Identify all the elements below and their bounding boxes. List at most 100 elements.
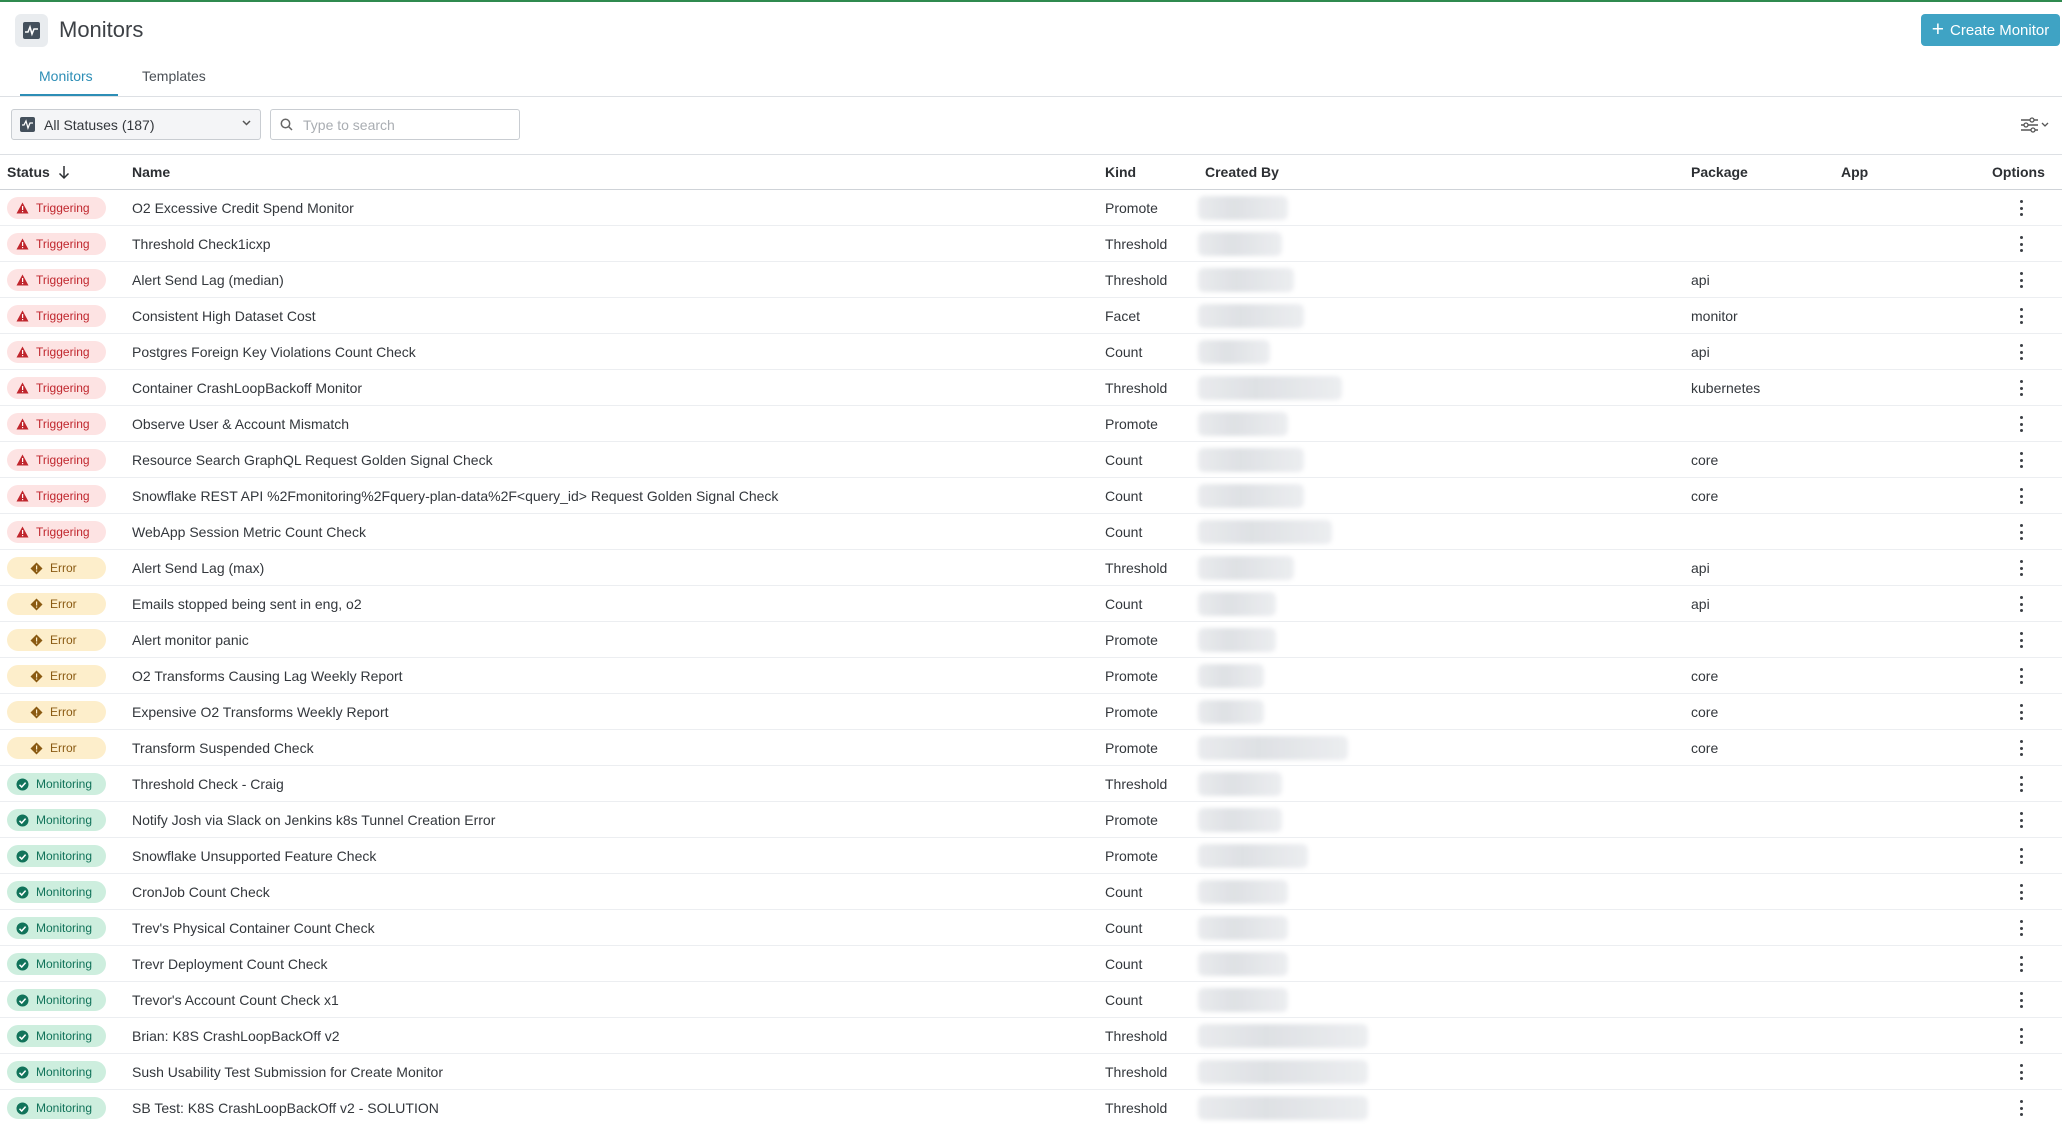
- kebab-menu-icon[interactable]: [2016, 414, 2026, 434]
- monitor-name-link[interactable]: Observe User & Account Mismatch: [132, 416, 349, 432]
- created-by-redacted: [1198, 520, 1332, 544]
- table-row[interactable]: Monitoring Trev's Physical Container Coun…: [0, 910, 2062, 946]
- kebab-menu-icon[interactable]: [2016, 1062, 2026, 1082]
- monitor-name-link[interactable]: Threshold Check - Craig: [132, 776, 284, 792]
- monitor-name-link[interactable]: O2 Excessive Credit Spend Monitor: [132, 200, 354, 216]
- monitor-name-link[interactable]: Snowflake REST API %2Fmonitoring%2Fquery…: [132, 488, 778, 504]
- search-field[interactable]: [270, 109, 520, 140]
- table-row[interactable]: Monitoring Snowflake Unsupported Feature …: [0, 838, 2062, 874]
- kebab-menu-icon[interactable]: [2016, 486, 2026, 506]
- table-row[interactable]: Error Transform Suspended Check Promote cor…: [0, 730, 2062, 766]
- table-row[interactable]: Monitoring SB Test: K8S CrashLoopBackOff …: [0, 1090, 2062, 1124]
- monitor-kind: Count: [1105, 488, 1143, 504]
- monitor-name-link[interactable]: O2 Transforms Causing Lag Weekly Report: [132, 668, 403, 684]
- kebab-menu-icon[interactable]: [2016, 234, 2026, 254]
- kebab-menu-icon[interactable]: [2016, 1026, 2026, 1046]
- kebab-menu-icon[interactable]: [2016, 990, 2026, 1010]
- column-header-created-by[interactable]: Created By: [1205, 164, 1279, 180]
- table-row[interactable]: Error O2 Transforms Causing Lag Weekly Re…: [0, 658, 2062, 694]
- table-row[interactable]: Triggering WebApp Session Metric Count Ch…: [0, 514, 2062, 550]
- monitor-kind: Count: [1105, 992, 1143, 1008]
- table-row[interactable]: Error Alert Send Lag (max) Threshold api: [0, 550, 2062, 586]
- monitor-name-link[interactable]: Alert Send Lag (median): [132, 272, 284, 288]
- monitor-name-link[interactable]: Trevr Deployment Count Check: [132, 956, 328, 972]
- kebab-menu-icon[interactable]: [2016, 378, 2026, 398]
- kebab-menu-icon[interactable]: [2016, 810, 2026, 830]
- create-monitor-button[interactable]: + Create Monitor: [1921, 14, 2060, 46]
- table-row[interactable]: Error Expensive O2 Transforms Weekly Repo…: [0, 694, 2062, 730]
- monitor-name-link[interactable]: Sush Usability Test Submission for Creat…: [132, 1064, 443, 1080]
- table-row[interactable]: Monitoring Trevor's Account Count Check x…: [0, 982, 2062, 1018]
- status-filter-select[interactable]: All Statuses (187): [11, 109, 261, 140]
- sliders-icon[interactable]: [2020, 115, 2052, 135]
- column-header-kind[interactable]: Kind: [1105, 164, 1136, 180]
- kebab-menu-icon[interactable]: [2016, 594, 2026, 614]
- kebab-menu-icon[interactable]: [2016, 666, 2026, 686]
- table-row[interactable]: Monitoring Trevr Deployment Count Check Co…: [0, 946, 2062, 982]
- monitor-name-link[interactable]: Trevor's Account Count Check x1: [132, 992, 339, 1008]
- monitor-name-link[interactable]: Expensive O2 Transforms Weekly Report: [132, 704, 389, 720]
- kebab-menu-icon[interactable]: [2016, 774, 2026, 794]
- kebab-menu-icon[interactable]: [2016, 882, 2026, 902]
- table-row[interactable]: Error Emails stopped being sent in eng, o…: [0, 586, 2062, 622]
- monitor-name-link[interactable]: Resource Search GraphQL Request Golden S…: [132, 452, 493, 468]
- status-badge: Monitoring: [7, 845, 106, 867]
- kebab-menu-icon[interactable]: [2016, 558, 2026, 578]
- diamond-alert-icon: [29, 633, 43, 647]
- table-row[interactable]: Triggering Container CrashLoopBackoff Mon…: [0, 370, 2062, 406]
- kebab-menu-icon[interactable]: [2016, 918, 2026, 938]
- table-row[interactable]: Monitoring CronJob Count Check Count: [0, 874, 2062, 910]
- search-input[interactable]: [303, 116, 513, 133]
- kebab-menu-icon[interactable]: [2016, 450, 2026, 470]
- monitor-name-link[interactable]: Emails stopped being sent in eng, o2: [132, 596, 362, 612]
- table-row[interactable]: Triggering Consistent High Dataset Cost Fa…: [0, 298, 2062, 334]
- monitor-name-link[interactable]: WebApp Session Metric Count Check: [132, 524, 366, 540]
- table-row[interactable]: Monitoring Notify Josh via Slack on Jenki…: [0, 802, 2062, 838]
- monitor-package: core: [1691, 488, 1719, 504]
- kebab-menu-icon[interactable]: [2016, 306, 2026, 326]
- table-row[interactable]: Monitoring Sush Usability Test Submission…: [0, 1054, 2062, 1090]
- monitor-name-link[interactable]: Brian: K8S CrashLoopBackOff v2: [132, 1028, 340, 1044]
- table-row[interactable]: Triggering Resource Search GraphQL Reques…: [0, 442, 2062, 478]
- kebab-menu-icon[interactable]: [2016, 342, 2026, 362]
- table-row[interactable]: Monitoring Brian: K8S CrashLoopBackOff v2…: [0, 1018, 2062, 1054]
- tab-templates[interactable]: Templates: [142, 68, 206, 84]
- kebab-menu-icon[interactable]: [2016, 198, 2026, 218]
- monitor-name-link[interactable]: Container CrashLoopBackoff Monitor: [132, 380, 362, 396]
- tab-monitors[interactable]: Monitors: [39, 68, 93, 84]
- column-header-package[interactable]: Package: [1691, 164, 1748, 180]
- kebab-menu-icon[interactable]: [2016, 846, 2026, 866]
- kebab-menu-icon[interactable]: [2016, 270, 2026, 290]
- table-row[interactable]: Triggering Alert Send Lag (median) Thresho…: [0, 262, 2062, 298]
- column-header-status[interactable]: Status: [7, 164, 70, 183]
- kebab-menu-icon[interactable]: [2016, 522, 2026, 542]
- monitor-kind: Count: [1105, 452, 1143, 468]
- kebab-menu-icon[interactable]: [2016, 630, 2026, 650]
- table-row[interactable]: Monitoring Threshold Check - Craig Thresho…: [0, 766, 2062, 802]
- kebab-menu-icon[interactable]: [2016, 738, 2026, 758]
- kebab-menu-icon[interactable]: [2016, 702, 2026, 722]
- status-badge-label: Triggering: [36, 381, 90, 395]
- table-row[interactable]: Triggering Snowflake REST API %2Fmonitori…: [0, 478, 2062, 514]
- column-header-app[interactable]: App: [1841, 164, 1868, 180]
- column-header-name[interactable]: Name: [132, 164, 170, 180]
- kebab-menu-icon[interactable]: [2016, 1098, 2026, 1118]
- status-badge: Triggering: [7, 449, 106, 471]
- monitor-name-link[interactable]: Snowflake Unsupported Feature Check: [132, 848, 376, 864]
- monitor-name-link[interactable]: Transform Suspended Check: [132, 740, 314, 756]
- monitor-name-link[interactable]: Threshold Check1icxp: [132, 236, 271, 252]
- monitor-name-link[interactable]: Postgres Foreign Key Violations Count Ch…: [132, 344, 416, 360]
- monitor-name-link[interactable]: Alert Send Lag (max): [132, 560, 264, 576]
- monitor-name-link[interactable]: Consistent High Dataset Cost: [132, 308, 316, 324]
- monitor-name-link[interactable]: Notify Josh via Slack on Jenkins k8s Tun…: [132, 812, 495, 828]
- monitor-name-link[interactable]: Alert monitor panic: [132, 632, 249, 648]
- table-row[interactable]: Triggering O2 Excessive Credit Spend Moni…: [0, 190, 2062, 226]
- monitor-name-link[interactable]: Trev's Physical Container Count Check: [132, 920, 375, 936]
- monitor-name-link[interactable]: CronJob Count Check: [132, 884, 270, 900]
- table-row[interactable]: Triggering Observe User & Account Mismatc…: [0, 406, 2062, 442]
- kebab-menu-icon[interactable]: [2016, 954, 2026, 974]
- table-row[interactable]: Triggering Threshold Check1icxp Threshold: [0, 226, 2062, 262]
- table-row[interactable]: Error Alert monitor panic Promote: [0, 622, 2062, 658]
- monitor-name-link[interactable]: SB Test: K8S CrashLoopBackOff v2 - SOLUT…: [132, 1100, 439, 1116]
- table-row[interactable]: Triggering Postgres Foreign Key Violation…: [0, 334, 2062, 370]
